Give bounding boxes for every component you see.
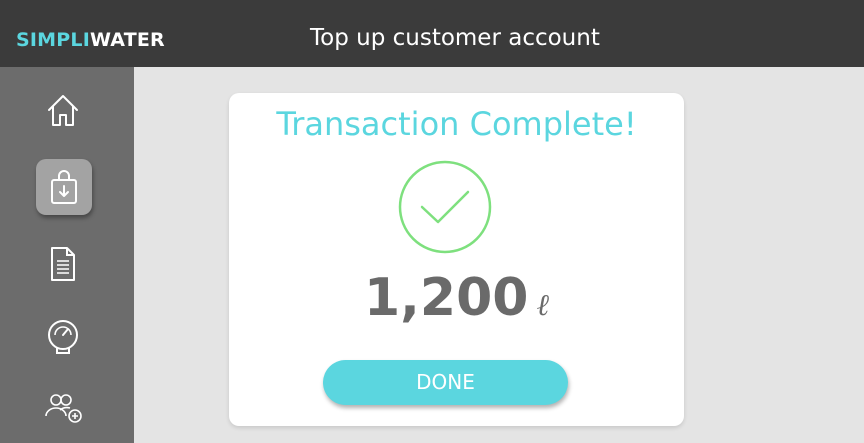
home-icon <box>48 95 78 126</box>
document-icon <box>51 247 75 281</box>
page-title: Top up customer account <box>310 25 600 51</box>
sidebar-item-top-up[interactable] <box>36 159 92 215</box>
sidebar <box>0 67 134 443</box>
sidebar-item-home[interactable] <box>36 84 90 138</box>
meter-gauge-icon <box>48 320 78 354</box>
add-users-icon <box>45 394 82 423</box>
transaction-dialog: Transaction Complete! 1,200 ℓ DONE <box>229 93 684 426</box>
amount-display: 1,200 ℓ <box>229 265 684 343</box>
sidebar-item-add-customer[interactable] <box>36 381 90 435</box>
top-bar: SIMPLIWATER Top up customer account <box>0 0 864 67</box>
dialog-title: Transaction Complete! <box>276 105 637 143</box>
shopping-bag-download-icon <box>51 170 77 204</box>
done-button[interactable]: DONE <box>323 360 568 405</box>
amount-value: 1,200 <box>364 268 529 328</box>
amount-unit: ℓ <box>536 288 549 323</box>
brand-logo: SIMPLIWATER <box>16 29 165 51</box>
sidebar-item-reports[interactable] <box>36 237 90 291</box>
check-circle-icon <box>398 160 492 254</box>
sidebar-item-meter[interactable] <box>36 310 90 364</box>
